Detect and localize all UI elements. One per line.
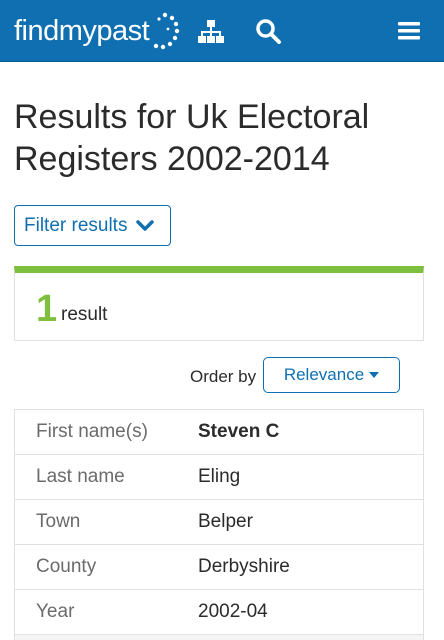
field-value: Derbyshire <box>198 556 290 577</box>
field-label: County <box>36 556 97 577</box>
order-by-select[interactable]: Relevance <box>263 357 400 393</box>
menu-icon[interactable] <box>396 17 424 45</box>
chevron-down-icon <box>136 219 155 231</box>
filter-results-button[interactable]: Filter results <box>14 205 171 246</box>
field-value: Belper <box>198 511 253 532</box>
record-row-county: County Derbyshire <box>15 545 423 590</box>
record-row-first-name: First name(s) Steven C <box>15 410 423 455</box>
record-row-town: Town Belper <box>15 500 423 545</box>
field-value: 2002-04 <box>198 601 268 622</box>
logo-dots-icon <box>154 12 180 50</box>
result-record[interactable]: First name(s) Steven C Last name Eling T… <box>14 409 424 640</box>
result-count-label: result <box>61 304 108 325</box>
caret-down-icon <box>369 372 380 378</box>
record-row-year: Year 2002-04 <box>15 590 423 635</box>
record-footer <box>15 635 423 640</box>
hierarchy-icon[interactable] <box>197 17 225 45</box>
result-count: 1 <box>36 288 58 330</box>
site-header: findmypast <box>0 0 444 62</box>
result-count-box: 1 result <box>14 266 424 341</box>
findmypast-logo[interactable]: findmypast <box>14 9 181 53</box>
field-label: Year <box>36 601 75 622</box>
field-label: Town <box>36 511 81 532</box>
field-value: Steven C <box>198 421 280 442</box>
filter-results-label: Filter results <box>24 214 128 236</box>
field-label: First name(s) <box>36 421 148 442</box>
page-title: Results for Uk Electoral Registers 2002-… <box>14 98 370 178</box>
logo-text: findmypast <box>14 14 150 47</box>
record-row-last-name: Last name Eling <box>15 455 423 500</box>
field-label: Last name <box>36 466 125 487</box>
field-value: Eling <box>198 466 241 487</box>
search-icon[interactable] <box>254 17 282 45</box>
order-by-label: Order by <box>190 367 257 386</box>
order-by-value: Relevance <box>283 365 365 384</box>
page: findmypast Results for Uk Electoral Regi… <box>0 0 444 640</box>
